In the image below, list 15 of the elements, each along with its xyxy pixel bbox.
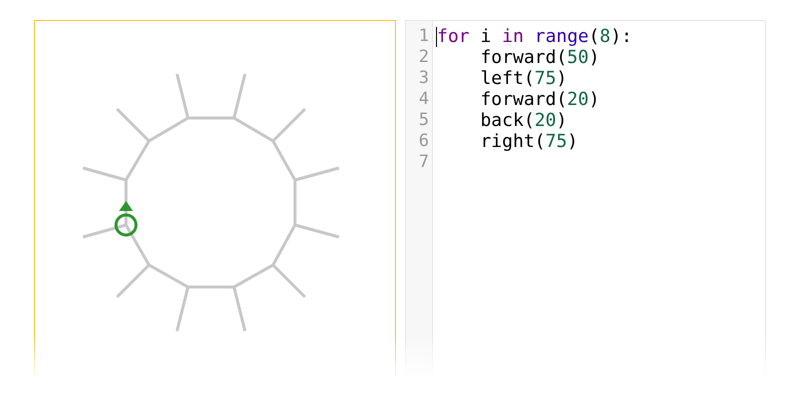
line-number: 1 bbox=[418, 26, 430, 47]
code-editor[interactable]: 1 2 3 4 5 6 7 for i in range(8): forward(50) left(75) forward(20) back(20) right(75) bbox=[405, 20, 766, 380]
line-number: 4 bbox=[418, 89, 430, 110]
line-number: 3 bbox=[418, 68, 430, 89]
turtle-icon bbox=[114, 201, 138, 236]
line-number: 5 bbox=[418, 110, 430, 131]
code-line: back(20) bbox=[479, 110, 568, 131]
code-line: for i in range(8): bbox=[437, 26, 632, 47]
line-number: 2 bbox=[418, 47, 430, 68]
code-line: forward(50) bbox=[479, 47, 600, 68]
code-line: right(75) bbox=[479, 131, 578, 152]
line-number: 6 bbox=[418, 131, 430, 152]
code-line: left(75) bbox=[479, 68, 568, 89]
code-line: forward(20) bbox=[479, 89, 600, 110]
line-number: 7 bbox=[418, 152, 430, 173]
